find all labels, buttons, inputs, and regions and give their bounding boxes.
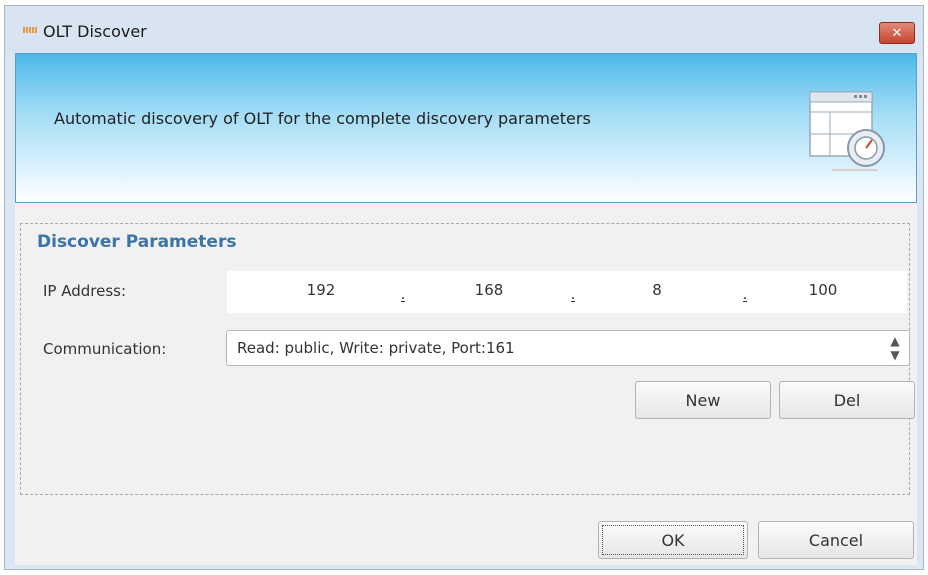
discover-parameters-legend: Discover Parameters [35, 232, 239, 252]
ip-separator: . [570, 285, 576, 303]
communication-value: Read: public, Write: private, Port:161 [237, 339, 515, 357]
dialog-content: Discover Parameters IP Address: 192 . 16… [15, 203, 917, 565]
communication-select[interactable]: Read: public, Write: private, Port:161 ▲… [226, 330, 910, 366]
banner-description: Automatic discovery of OLT for the compl… [54, 109, 591, 128]
header-banner: Automatic discovery of OLT for the compl… [15, 53, 917, 203]
ip-address-label: IP Address: [43, 282, 127, 300]
ip-separator: . [742, 285, 748, 303]
window-title: OLT Discover [43, 22, 147, 41]
title-bar[interactable]: OLT Discover ✕ [5, 6, 923, 54]
ip-octet-1[interactable]: 192 [281, 281, 361, 299]
ip-octet-2[interactable]: 168 [449, 281, 529, 299]
discover-wizard-icon [809, 91, 885, 171]
ip-octet-4[interactable]: 100 [783, 281, 863, 299]
cancel-button[interactable]: Cancel [758, 521, 914, 559]
ip-address-field[interactable]: 192 . 168 . 8 . 100 [227, 271, 907, 313]
updown-arrow-icon[interactable]: ▲ ▼ [881, 331, 909, 365]
communication-label: Communication: [43, 340, 167, 358]
del-button[interactable]: Del [779, 381, 915, 419]
ip-octet-3[interactable]: 8 [617, 281, 697, 299]
ok-button[interactable]: OK [598, 521, 748, 559]
close-button[interactable]: ✕ [879, 22, 915, 44]
new-button[interactable]: New [635, 381, 771, 419]
dialog-window: OLT Discover ✕ Automatic discovery of OL… [4, 5, 924, 570]
ip-separator: . [400, 285, 406, 303]
discover-parameters-group: Discover Parameters IP Address: 192 . 16… [20, 223, 915, 495]
app-icon [23, 27, 37, 33]
